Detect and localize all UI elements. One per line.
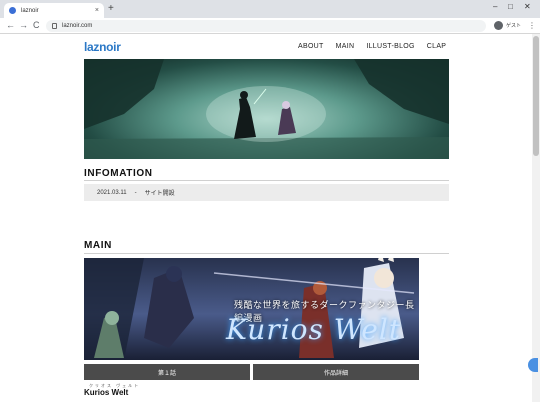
work-title: Kurios Welt <box>84 388 129 397</box>
work-details-button[interactable]: 作品詳細 <box>253 364 419 380</box>
minimize-button[interactable]: – <box>493 2 497 11</box>
avatar-icon <box>494 21 503 30</box>
kurios-welt-banner[interactable]: 残酷な世界を旅するダークファンタジー長編漫画 Kurios Welt <box>84 258 419 360</box>
browser-tab[interactable]: laznoir × <box>4 3 104 18</box>
new-tab-button[interactable]: + <box>108 3 114 15</box>
news-separator: - <box>134 189 137 196</box>
back-icon[interactable]: ← <box>6 20 15 31</box>
url-text: laznoir.com <box>62 23 93 29</box>
news-date: 2021.03.11 <box>97 189 127 196</box>
main-heading: MAIN <box>84 240 112 251</box>
reload-icon[interactable]: C <box>33 20 40 31</box>
main-divider <box>84 253 449 254</box>
main-nav: ABOUT MAIN ILLUST-BLOG CLAP <box>298 43 446 50</box>
nav-clap[interactable]: CLAP <box>427 43 447 50</box>
hero-image <box>84 59 449 159</box>
browser-toolbar: ← → C laznoir.com ゲスト ⋮ <box>0 18 540 34</box>
scrollbar-thumb[interactable] <box>533 36 539 156</box>
address-bar[interactable]: laznoir.com <box>46 20 486 32</box>
profile-label: ゲスト <box>506 23 522 29</box>
lock-icon <box>52 23 57 29</box>
hero-illustration <box>84 59 449 159</box>
infomation-heading: INFOMATION <box>84 168 153 179</box>
work-buttons: 第１話 作品詳細 <box>84 364 419 380</box>
tab-title: laznoir <box>21 7 39 14</box>
browser-menu-icon[interactable]: ⋮ <box>528 21 536 30</box>
forward-icon[interactable]: → <box>19 20 28 31</box>
page-viewport: laznoir ABOUT MAIN ILLUST-BLOG CLAP INFO… <box>0 34 532 402</box>
banner-title: Kurios Welt <box>226 313 402 346</box>
chapter-1-button[interactable]: 第１話 <box>84 364 250 380</box>
profile-button[interactable]: ゲスト <box>494 21 521 30</box>
nav-illust-blog[interactable]: ILLUST-BLOG <box>366 43 414 50</box>
site-favicon-icon <box>9 7 16 14</box>
news-text: サイト開設 <box>144 191 175 197</box>
tab-bar: laznoir × + – □ ✕ <box>0 0 540 18</box>
nav-about[interactable]: ABOUT <box>298 43 324 50</box>
infomation-divider <box>84 180 449 181</box>
site-logo[interactable]: laznoir <box>84 40 121 54</box>
page-scrollbar[interactable] <box>532 34 540 402</box>
tab-close-icon[interactable]: × <box>95 7 99 14</box>
news-item: 2021.03.11 - サイト開設 <box>84 184 449 201</box>
floating-side-button[interactable] <box>528 358 538 372</box>
close-window-button[interactable]: ✕ <box>524 2 531 11</box>
maximize-button[interactable]: □ <box>508 2 513 11</box>
nav-main[interactable]: MAIN <box>336 43 355 50</box>
